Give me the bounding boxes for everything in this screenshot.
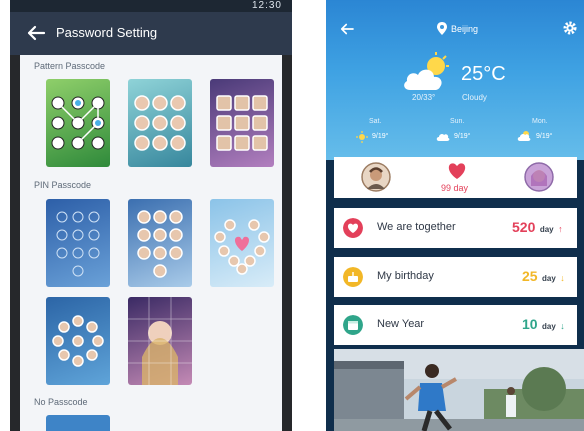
anniversary-count: 520 day ↑	[512, 219, 563, 237]
anniversary-count: 25 day ↓	[522, 268, 565, 286]
count-number: 10	[522, 316, 538, 332]
pattern-theme-photos-purple[interactable]	[210, 79, 274, 167]
cloud-icon	[436, 133, 450, 141]
location-pin-icon	[437, 22, 447, 35]
forecast-temp-mon: 9/19°	[536, 133, 553, 140]
passcode-list: Pattern Passcode PIN Passcode No Passcod…	[20, 55, 282, 431]
anniversary-together[interactable]: We are together 520 day ↑	[334, 208, 577, 248]
back-arrow-icon[interactable]	[24, 21, 48, 45]
anniversary-screen: Beijing 25°C 20/33° Cloudy Sat. 9/19° Su…	[326, 0, 584, 431]
count-number: 25	[522, 268, 538, 284]
forecast-day-sat: Sat.	[369, 118, 382, 125]
weather-condition: Cloudy	[462, 93, 487, 102]
avatar-female[interactable]	[524, 162, 554, 192]
couple-card[interactable]: 99 day	[334, 157, 577, 198]
photo-banner	[334, 349, 584, 431]
count-unit: day	[539, 225, 554, 234]
panda-pattern-icon	[51, 96, 105, 150]
heart-icon	[343, 218, 363, 238]
app-bar: Password Setting	[10, 12, 292, 55]
couple-day-count: 99 day	[441, 183, 469, 193]
section-no-passcode: No Passcode	[34, 397, 88, 407]
anniversary-label: We are together	[377, 221, 456, 233]
running-photo	[334, 349, 584, 431]
calendar-icon	[343, 315, 363, 335]
forecast-temp-sat: 9/19°	[372, 133, 389, 140]
city-label[interactable]: Beijing	[451, 24, 478, 34]
pattern-theme-photos-teal[interactable]	[128, 79, 192, 167]
photo-pattern-icon	[216, 95, 268, 151]
anniversary-label: New Year	[377, 318, 425, 330]
keypad-icon	[56, 211, 100, 277]
pin-theme-circle[interactable]	[46, 297, 110, 385]
anniversary-count: 10 day ↓	[522, 316, 565, 334]
count-unit: day	[542, 274, 556, 283]
pin-theme-blue[interactable]	[46, 199, 110, 287]
portrait-grid-icon	[128, 297, 192, 385]
anniversary-birthday[interactable]: My birthday 25 day ↓	[334, 257, 577, 297]
forecast-day-sun: Sun.	[450, 118, 465, 125]
no-passcode-theme[interactable]	[46, 415, 110, 431]
sun-icon	[356, 131, 368, 143]
circle-keypad-icon	[52, 315, 104, 367]
count-unit: day	[542, 322, 556, 331]
anniversary-new-year[interactable]: New Year 10 day ↓	[334, 305, 577, 345]
page-title: Password Setting	[56, 25, 158, 40]
up-arrow-icon: ↑	[558, 224, 563, 234]
status-bar: 12:30	[10, 0, 292, 12]
cake-icon	[343, 267, 363, 287]
anniversary-label: My birthday	[377, 270, 434, 282]
section-pin-passcode: PIN Passcode	[34, 180, 92, 190]
partly-cloudy-icon	[404, 52, 449, 90]
avatar-male[interactable]	[361, 162, 391, 192]
down-arrow-icon: ↓	[560, 273, 565, 283]
pin-theme-photos[interactable]	[128, 199, 192, 287]
partly-cloudy-icon	[517, 131, 531, 141]
pin-theme-heart[interactable]	[210, 199, 274, 287]
temperature: 25°C	[461, 63, 506, 85]
forecast-day-mon: Mon.	[532, 118, 548, 125]
pin-theme-portrait[interactable]	[128, 297, 192, 385]
back-arrow-icon[interactable]	[338, 20, 356, 38]
pattern-theme-panda[interactable]	[46, 79, 110, 167]
photo-keypad-icon	[137, 210, 183, 278]
password-setting-screen: 12:30 Password Setting Pattern Passcode	[10, 0, 292, 431]
section-pattern-passcode: Pattern Passcode	[34, 61, 106, 71]
count-number: 520	[512, 219, 536, 235]
heart-icon	[448, 163, 466, 179]
status-time: 12:30	[251, 0, 282, 11]
photo-pattern-icon	[134, 95, 186, 151]
forecast-temp-sun: 9/19°	[454, 133, 471, 140]
gear-icon[interactable]	[562, 20, 578, 36]
heart-keypad-icon	[214, 219, 270, 275]
down-arrow-icon: ↓	[560, 321, 565, 331]
temperature-range: 20/33°	[412, 93, 436, 102]
